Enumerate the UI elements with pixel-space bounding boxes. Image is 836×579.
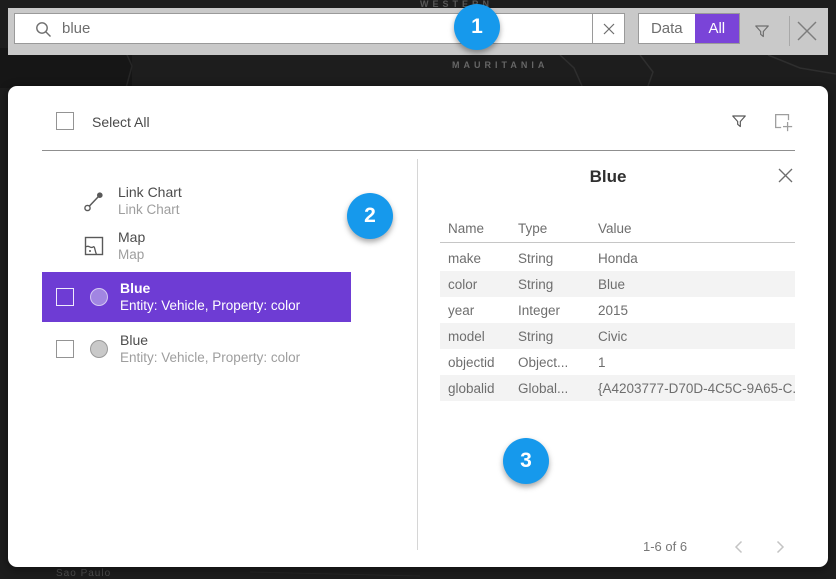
result-title: Blue — [120, 279, 300, 297]
next-page-button[interactable] — [770, 538, 790, 556]
clear-search-button[interactable] — [592, 14, 624, 43]
close-icon — [777, 167, 794, 184]
square-plus-icon — [772, 111, 794, 133]
detail-close-button[interactable] — [777, 167, 797, 187]
table-row: year Integer 2015 — [440, 297, 795, 323]
cell-name: year — [440, 303, 518, 318]
toolbar-divider — [789, 16, 790, 46]
pagination-range: 1-6 of 6 — [643, 539, 687, 554]
result-item-map[interactable]: Map Map — [42, 225, 145, 267]
result-item-blue-selected[interactable]: Blue Entity: Vehicle, Property: color — [42, 272, 351, 322]
close-icon — [795, 19, 819, 43]
table-row: color String Blue — [440, 271, 795, 297]
result-item-link-chart[interactable]: Link Chart Link Chart — [42, 180, 182, 222]
previous-page-button[interactable] — [728, 538, 748, 556]
search-field — [15, 14, 592, 43]
detail-title: Blue — [418, 167, 798, 187]
pagination: 1-6 of 6 — [418, 536, 798, 558]
scope-toggle: Data All — [638, 13, 740, 44]
cell-name: color — [440, 277, 518, 292]
chevron-right-icon — [776, 540, 785, 554]
scope-option-data[interactable]: Data — [639, 14, 695, 43]
result-item-blue[interactable]: Blue Entity: Vehicle, Property: color — [42, 327, 300, 371]
select-all-label: Select All — [92, 114, 150, 130]
select-all-checkbox[interactable] — [56, 112, 74, 130]
entity-dot-icon — [90, 288, 108, 306]
funnel-icon — [752, 21, 772, 41]
table-header-divider — [440, 242, 795, 243]
result-subtitle: Entity: Vehicle, Property: color — [120, 349, 300, 367]
cell-type: String — [518, 277, 598, 292]
funnel-icon — [729, 111, 749, 131]
cell-type: String — [518, 251, 598, 266]
cell-type: Object... — [518, 355, 598, 370]
cell-type: String — [518, 329, 598, 344]
result-subtitle: Entity: Vehicle, Property: color — [120, 297, 300, 315]
cell-value: 2015 — [598, 303, 795, 318]
search-box — [14, 13, 625, 44]
table-header-row: Name Type Value — [440, 216, 795, 240]
add-to-selection-button[interactable] — [772, 111, 794, 133]
result-checkbox[interactable] — [56, 340, 74, 358]
result-subtitle: Link Chart — [118, 201, 182, 219]
cell-name: objectid — [440, 355, 518, 370]
results-filter-button[interactable] — [729, 111, 749, 131]
table-row: make String Honda — [440, 245, 795, 271]
search-icon — [34, 20, 53, 39]
cell-value: 1 — [598, 355, 795, 370]
clear-x-icon — [603, 23, 615, 35]
step-callout-3: 3 — [503, 438, 549, 484]
column-header: Value — [598, 221, 795, 236]
cell-name: globalid — [440, 381, 518, 396]
cell-type: Global... — [518, 381, 598, 396]
step-callout-1: 1 — [454, 4, 500, 50]
cell-value: {A4203777-D70D-4C5C-9A65-C... — [598, 381, 795, 396]
chevron-left-icon — [734, 540, 743, 554]
entity-dot-icon — [90, 340, 108, 358]
table-row: globalid Global... {A4203777-D70D-4C5C-9… — [440, 375, 795, 401]
table-row: objectid Object... 1 — [440, 349, 795, 375]
cell-name: model — [440, 329, 518, 344]
link-chart-icon — [82, 189, 106, 213]
cell-value: Blue — [598, 277, 795, 292]
search-toolbar: Data All — [8, 8, 828, 55]
dialog-header: Select All — [8, 86, 828, 150]
table-row: model String Civic — [440, 323, 795, 349]
map-label-city: Sao Paulo — [56, 568, 111, 579]
column-header: Type — [518, 221, 598, 236]
result-title: Link Chart — [118, 183, 182, 201]
search-results-dialog: Select All Link Chart Link Chart Map Map — [8, 86, 828, 567]
result-checkbox[interactable] — [56, 288, 74, 306]
cell-name: make — [440, 251, 518, 266]
column-header: Name — [440, 221, 518, 236]
result-title: Map — [118, 228, 145, 246]
map-label-mauritania: MAURITANIA — [452, 60, 548, 70]
search-input[interactable] — [15, 14, 592, 43]
step-callout-2: 2 — [347, 193, 393, 239]
scope-option-all[interactable]: All — [695, 14, 739, 43]
toolbar-close-button[interactable] — [794, 17, 820, 45]
cell-value: Civic — [598, 329, 795, 344]
attributes-table: Name Type Value make String Honda color … — [440, 216, 795, 401]
cell-type: Integer — [518, 303, 598, 318]
cell-value: Honda — [598, 251, 795, 266]
result-subtitle: Map — [118, 246, 145, 264]
result-title: Blue — [120, 331, 300, 349]
panel-divider — [417, 159, 418, 550]
toolbar-filter-button[interactable] — [751, 18, 773, 44]
map-icon — [82, 234, 106, 258]
header-divider — [42, 150, 795, 151]
